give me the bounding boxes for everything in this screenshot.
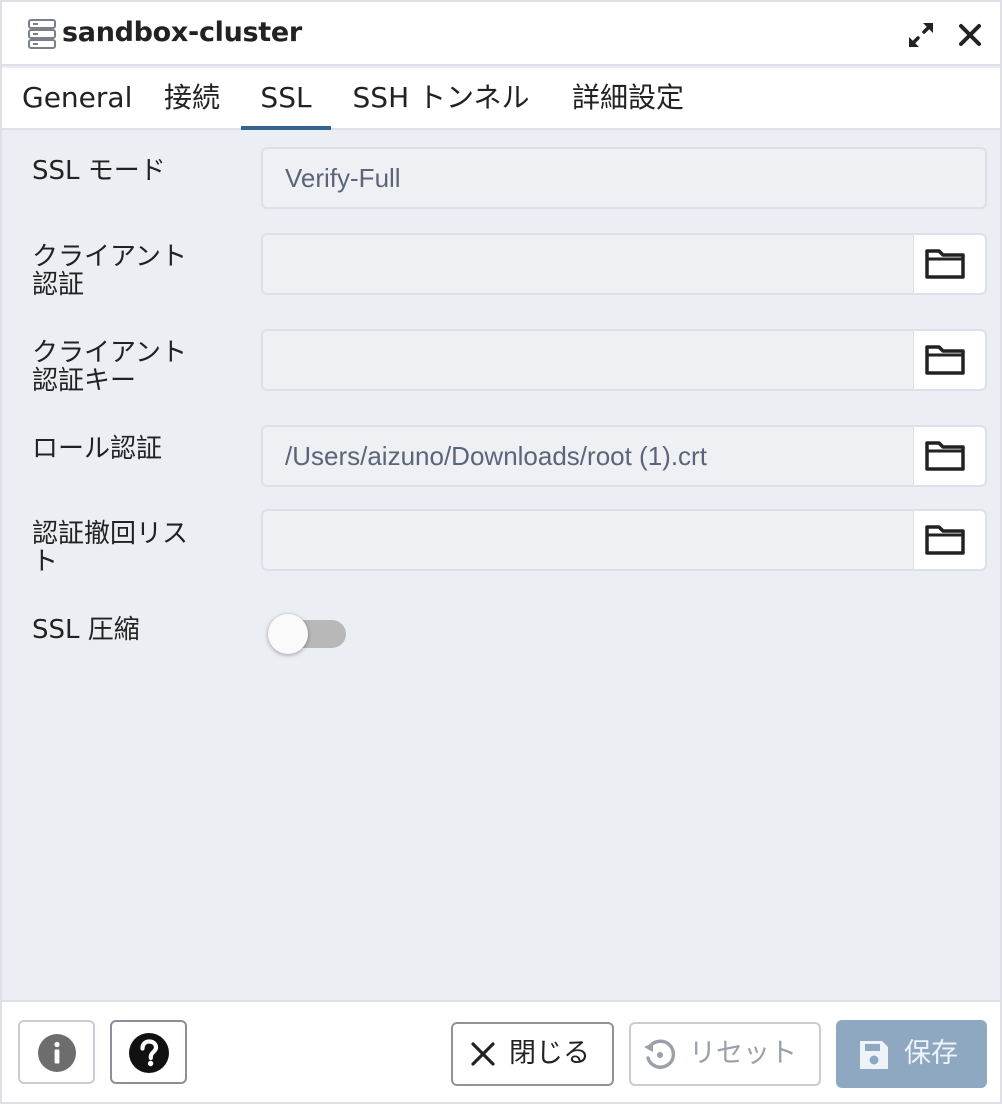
title-bar[interactable]: sandbox-cluster: [2, 2, 1000, 66]
ssl-mode-label: SSL モード: [32, 156, 166, 186]
help-icon: [129, 1033, 169, 1073]
folder-icon: [925, 249, 965, 279]
ssl-compression-label: SSL 圧縮: [32, 615, 140, 645]
info-icon: [38, 1034, 76, 1072]
client-cert-key-field[interactable]: [261, 329, 987, 391]
reset-button-label: リセット: [689, 1038, 797, 1069]
tab-general[interactable]: General: [22, 68, 132, 128]
reset-button[interactable]: リセット: [629, 1022, 821, 1086]
root-cert-field[interactable]: /Users/aizuno/Downloads/root (1).crt: [261, 425, 987, 487]
server-dialog: sandbox-cluster General 接続 SSL SSH トンネル …: [0, 0, 1002, 1104]
folder-icon: [925, 525, 965, 555]
client-cert-key-label: クライアント 認証キー: [32, 339, 212, 395]
root-cert-value: /Users/aizuno/Downloads/root (1).crt: [285, 441, 707, 471]
reset-icon: [644, 1039, 676, 1069]
folder-icon: [925, 441, 965, 471]
folder-icon: [925, 345, 965, 375]
save-button-label: 保存: [904, 1038, 958, 1069]
tab-connection[interactable]: 接続: [162, 68, 222, 128]
crl-field[interactable]: [261, 509, 987, 571]
maximize-button[interactable]: [906, 20, 936, 50]
ssl-mode-value: Verify-Full: [285, 163, 401, 193]
crl-label: 認証撤回リス ト: [32, 520, 212, 576]
expand-icon: [909, 23, 933, 47]
toggle-knob: [268, 614, 308, 654]
close-icon: [471, 1042, 495, 1066]
client-cert-browse-button[interactable]: [913, 235, 985, 293]
tab-advanced[interactable]: 詳細設定: [569, 68, 687, 128]
client-cert-key-browse-button[interactable]: [913, 331, 985, 389]
info-button[interactable]: [18, 1020, 95, 1084]
dialog-footer: 閉じる リセット 保存: [2, 1000, 1000, 1102]
dialog-title: sandbox-cluster: [62, 17, 302, 48]
client-cert-field[interactable]: [261, 233, 987, 295]
save-icon: [860, 1041, 888, 1069]
server-icon: [28, 19, 56, 49]
tab-bar: General 接続 SSL SSH トンネル 詳細設定: [2, 68, 1000, 130]
ssl-mode-select[interactable]: Verify-Full: [261, 147, 987, 209]
ssl-compression-toggle[interactable]: [268, 614, 348, 654]
close-button-label: 閉じる: [509, 1038, 590, 1069]
crl-browse-button[interactable]: [913, 511, 985, 569]
client-cert-label-line1: クライアント: [32, 242, 187, 272]
client-cert-key-label-line2: 認証キー: [32, 366, 137, 396]
close-button[interactable]: 閉じる: [451, 1022, 614, 1086]
client-cert-label: クライアント 認証: [32, 243, 212, 299]
client-cert-label-line2: 認証: [32, 270, 85, 300]
crl-label-line2: ト: [32, 547, 59, 577]
close-icon: [959, 24, 981, 46]
crl-label-line1: 認証撤回リス: [32, 519, 189, 549]
close-window-button[interactable]: [955, 20, 985, 50]
help-button[interactable]: [110, 1020, 187, 1084]
tab-ssl[interactable]: SSL: [241, 68, 331, 130]
client-cert-key-label-line1: クライアント: [32, 338, 187, 368]
root-cert-browse-button[interactable]: [913, 427, 985, 485]
root-cert-label: ロール認証: [32, 434, 163, 464]
tab-ssh-tunnel[interactable]: SSH トンネル: [350, 68, 532, 128]
save-button[interactable]: 保存: [836, 1020, 987, 1088]
